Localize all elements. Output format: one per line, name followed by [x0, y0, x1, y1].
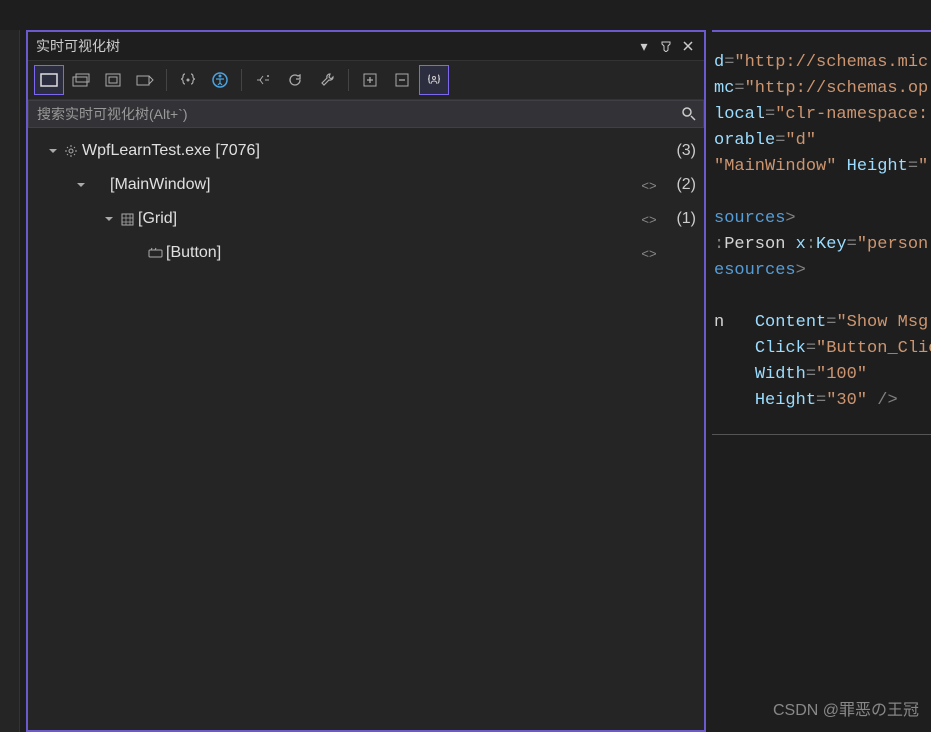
tree-row[interactable]: WpfLearnTest.exe [7076] (3): [36, 134, 696, 168]
toolbar-btn-1[interactable]: [34, 65, 64, 95]
chevron-down-icon[interactable]: [74, 180, 88, 190]
tree-row[interactable]: [Button] <>: [36, 236, 696, 270]
tree-count: (1): [660, 210, 696, 228]
tree-view[interactable]: WpfLearnTest.exe [7076] (3) [MainWindow]…: [28, 128, 704, 730]
toolbar-collapse-icon[interactable]: [387, 65, 417, 95]
search-box: [28, 100, 704, 128]
tags-icon: <>: [638, 212, 660, 227]
tags-icon: <>: [638, 246, 660, 261]
tree-label: WpfLearnTest.exe [7076]: [82, 142, 660, 160]
toolbar-person-braces-icon[interactable]: [419, 65, 449, 95]
code-editor[interactable]: d="http://schemas.mic mc="http://schemas…: [712, 30, 931, 732]
toolbar-braces-icon[interactable]: [173, 65, 203, 95]
gear-icon: [60, 144, 82, 158]
toolbar-refresh-icon[interactable]: [280, 65, 310, 95]
chevron-down-icon[interactable]: [102, 214, 116, 224]
dropdown-icon[interactable]: ▾: [636, 38, 652, 54]
tree-label: [Grid]: [138, 210, 638, 228]
toolbar-focus-icon[interactable]: [248, 65, 278, 95]
panel-titlebar: 实时可视化树 ▾: [28, 32, 704, 61]
left-gutter: [0, 30, 20, 732]
toolbar-accessibility-icon[interactable]: [205, 65, 235, 95]
toolbar-expand-icon[interactable]: [355, 65, 385, 95]
toolbar-btn-3[interactable]: [98, 65, 128, 95]
search-input[interactable]: [29, 102, 675, 126]
live-visual-tree-panel: 实时可视化树 ▾: [26, 30, 706, 732]
tree-label: [Button]: [166, 244, 638, 262]
tree-count: (3): [660, 142, 696, 160]
tree-row[interactable]: [Grid] <> (1): [36, 202, 696, 236]
search-icon[interactable]: [675, 106, 703, 122]
toolbar-btn-4[interactable]: [130, 65, 160, 95]
toolbar-wrench-icon[interactable]: [312, 65, 342, 95]
close-icon[interactable]: [680, 38, 696, 54]
tree-row[interactable]: [MainWindow] <> (2): [36, 168, 696, 202]
pin-icon[interactable]: [658, 38, 674, 54]
watermark: CSDN @罪恶の王冠: [773, 696, 919, 720]
panel-title: 实时可视化树: [36, 36, 636, 56]
grid-icon: [116, 213, 138, 226]
button-icon: [144, 247, 166, 259]
toolbar: [28, 61, 704, 100]
chevron-down-icon[interactable]: [46, 146, 60, 156]
toolbar-btn-2[interactable]: [66, 65, 96, 95]
tree-label: [MainWindow]: [110, 176, 638, 194]
tags-icon: <>: [638, 178, 660, 193]
tree-count: (2): [660, 176, 696, 194]
